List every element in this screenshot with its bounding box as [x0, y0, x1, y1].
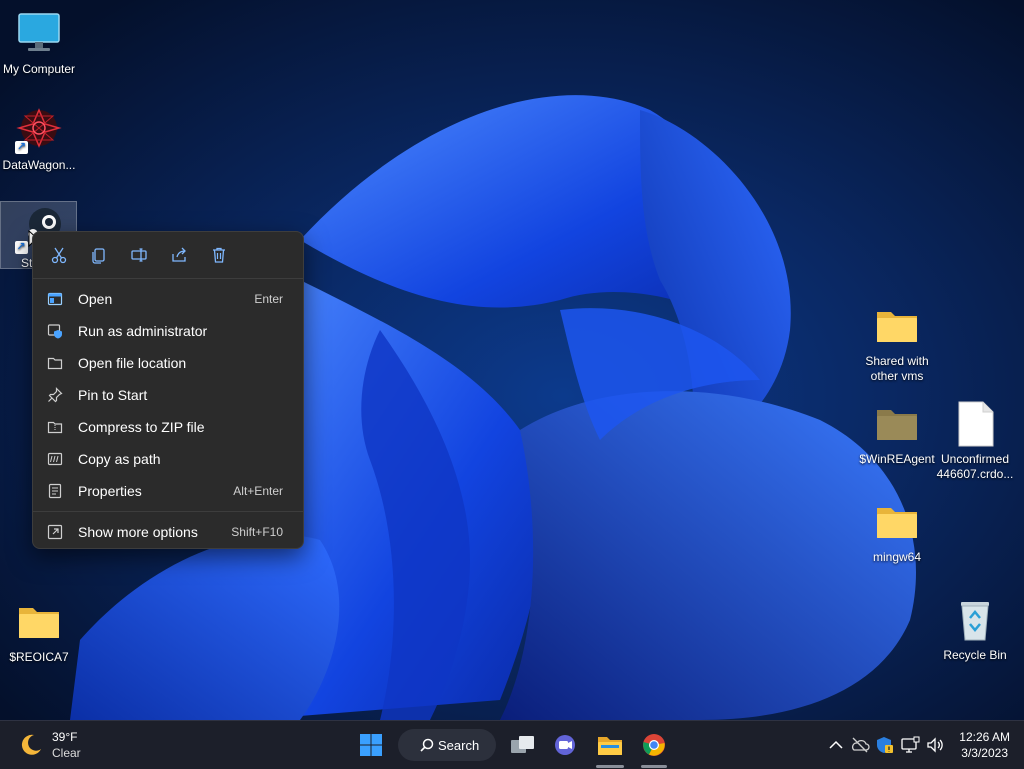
- clock-time: 12:26 AM: [959, 730, 1010, 744]
- chrome-button[interactable]: [639, 729, 669, 761]
- chat-icon: [555, 735, 575, 755]
- teams-chat-button[interactable]: [550, 729, 580, 761]
- file-explorer-icon: [598, 737, 622, 755]
- menu-item-label: Properties: [78, 483, 142, 499]
- desktop-icon-label: My Computer: [2, 62, 76, 76]
- shield-icon: [47, 324, 62, 339]
- rename-icon: [131, 248, 147, 262]
- search-icon: [420, 738, 434, 752]
- datawagon-app-icon: ↗: [15, 106, 63, 154]
- weather-condition: Clear: [52, 746, 81, 760]
- menu-item-label: Show more options: [78, 524, 198, 540]
- chrome-icon: [643, 734, 665, 756]
- menu-item-label: Compress to ZIP file: [78, 419, 205, 435]
- desktop-icon-label: $WinREAgent: [859, 452, 935, 466]
- cut-icon: [51, 247, 67, 264]
- delete-button[interactable]: [199, 235, 239, 275]
- desktop-icon-label: St: [21, 256, 33, 270]
- shortcut-arrow-icon: ↗: [14, 241, 28, 254]
- path-icon: [47, 452, 63, 466]
- chevron-up-icon[interactable]: [826, 735, 846, 755]
- task-view-icon: [511, 736, 534, 753]
- desktop-icon-label: Shared with other vms: [865, 354, 929, 383]
- delete-icon: [213, 247, 225, 263]
- desktop-icon-winreagent[interactable]: $WinREAgent: [858, 400, 936, 467]
- menu-item-label: Open file location: [78, 355, 187, 371]
- menu-item-run-as-administrator[interactable]: Run as administrator: [37, 315, 299, 347]
- menu-item-label: Copy as path: [78, 451, 161, 467]
- taskbar-search[interactable]: Search: [398, 729, 496, 761]
- context-menu: Open Enter Run as administrator Open fil…: [32, 231, 304, 549]
- menu-item-pin-to-start[interactable]: Pin to Start: [37, 379, 299, 411]
- pin-icon: [48, 387, 63, 403]
- cut-button[interactable]: [39, 235, 79, 275]
- menu-separator: [33, 511, 303, 512]
- desktop-icon-mingw64[interactable]: mingw64: [858, 498, 936, 565]
- system-clock[interactable]: 12:26 AM 3/3/2023: [959, 729, 1010, 761]
- more-options-icon: [47, 524, 63, 540]
- desktop-icon-datawagon[interactable]: ↗ DataWagon...: [0, 106, 78, 173]
- desktop-icon-label: DataWagon...: [2, 158, 76, 172]
- onedrive-icon[interactable]: [850, 735, 870, 755]
- folder-icon: [47, 357, 63, 370]
- desktop-icon-recycle-bin[interactable]: Recycle Bin: [936, 596, 1014, 663]
- search-label: Search: [438, 737, 480, 753]
- copy-icon: [92, 248, 105, 264]
- rename-button[interactable]: [119, 235, 159, 275]
- desktop-icon-unconfirmed-download[interactable]: Unconfirmed 446607.crdo...: [936, 400, 1014, 482]
- network-icon[interactable]: [900, 735, 920, 755]
- menu-item-open-file-location[interactable]: Open file location: [37, 347, 299, 379]
- recycle-bin-icon: [951, 596, 999, 644]
- desktop-icon-shared-with-other-vms[interactable]: Shared with other vms: [858, 302, 936, 384]
- share-button[interactable]: [159, 235, 199, 275]
- menu-item-shortcut: Enter: [254, 292, 283, 306]
- menu-item-show-more-options[interactable]: Show more options Shift+F10: [37, 516, 299, 548]
- menu-item-shortcut: Alt+Enter: [233, 484, 283, 498]
- copy-button[interactable]: [79, 235, 119, 275]
- properties-icon: [48, 483, 62, 499]
- hidden-folder-icon: [873, 400, 921, 448]
- folder-icon: [873, 498, 921, 546]
- moon-icon: [21, 734, 41, 755]
- security-shield-icon[interactable]: [874, 735, 894, 755]
- menu-item-label: Open: [78, 291, 113, 307]
- desktop-icon-label: Recycle Bin: [943, 648, 1007, 662]
- desktop-icon-label: $REOICA7: [9, 650, 69, 664]
- desktop-icon-my-computer[interactable]: My Computer: [0, 10, 78, 77]
- menu-item-copy-as-path[interactable]: Copy as path: [37, 443, 299, 475]
- desktop-icon-label: Unconfirmed 446607.crdo...: [936, 452, 1014, 481]
- context-menu-toolbar: [33, 232, 303, 279]
- desktop-icon-reoica7[interactable]: $REOICA7: [0, 598, 78, 665]
- file-icon: [951, 400, 999, 448]
- menu-item-properties[interactable]: Properties Alt+Enter: [37, 475, 299, 507]
- monitor-icon: [15, 10, 63, 58]
- shortcut-arrow-icon: ↗: [15, 141, 28, 154]
- menu-item-shortcut: Shift+F10: [231, 525, 283, 539]
- file-explorer-button[interactable]: [594, 729, 626, 761]
- taskbar: 39°F Clear Search 12:26 AM 3/3/2023: [0, 720, 1024, 769]
- start-button[interactable]: [356, 729, 386, 761]
- open-icon: [47, 292, 63, 306]
- menu-item-open[interactable]: Open Enter: [37, 283, 299, 315]
- volume-icon[interactable]: [925, 735, 945, 755]
- windows-logo-icon: [360, 734, 382, 756]
- weather-temperature: 39°F: [52, 730, 78, 744]
- menu-item-compress-to-zip[interactable]: Compress to ZIP file: [37, 411, 299, 443]
- task-view-button[interactable]: [508, 729, 538, 761]
- zip-icon: [47, 421, 63, 434]
- folder-icon: [15, 598, 63, 646]
- clock-date: 3/3/2023: [961, 746, 1008, 760]
- folder-icon: [873, 302, 921, 350]
- menu-item-label: Pin to Start: [78, 387, 148, 403]
- desktop-icon-label: mingw64: [872, 550, 922, 564]
- weather-widget[interactable]: 39°F Clear: [18, 729, 81, 761]
- menu-item-label: Run as administrator: [78, 323, 208, 339]
- share-icon: [172, 247, 186, 262]
